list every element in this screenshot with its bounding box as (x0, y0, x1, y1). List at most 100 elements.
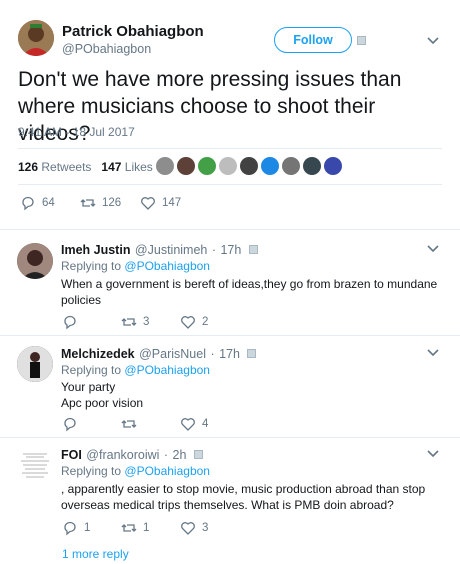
author-handle[interactable]: @PObahiagbon (62, 42, 151, 56)
like-action[interactable]: 4 (180, 416, 208, 432)
likers-avatars (156, 157, 342, 175)
retweets-stat[interactable]: 126 Retweets (18, 160, 91, 174)
liker-avatar[interactable] (156, 157, 174, 175)
reply-avatar[interactable] (17, 448, 53, 484)
retweet-icon (121, 524, 137, 532)
like-count: 2 (202, 316, 209, 328)
chevron-down-icon[interactable] (427, 450, 439, 458)
reply-count: 1 (84, 522, 91, 534)
reply-action[interactable] (62, 416, 78, 432)
reply-count: 64 (42, 197, 55, 209)
reply-icon (64, 315, 76, 330)
retweet-count: 126 (102, 197, 122, 209)
reply-time[interactable]: 17h (220, 243, 241, 257)
like-action[interactable]: 147 (140, 195, 181, 211)
reply-text: , apparently easier to stop movie, music… (61, 482, 426, 512)
replying-to-link[interactable]: @PObahiagbon (124, 363, 210, 377)
chevron-down-icon[interactable] (427, 245, 439, 253)
reply-author-handle[interactable]: @Justinimeh (135, 243, 207, 257)
more-replies-link[interactable]: 1 more reply (62, 547, 129, 561)
replying-to: Replying to @PObahiagbon (61, 363, 210, 377)
reply-action[interactable] (62, 314, 78, 330)
reply-text: When a government is bereft of ideas,the… (61, 277, 438, 307)
divider (18, 184, 442, 185)
reply-header: Imeh Justin @Justinimeh · 17h (61, 241, 258, 259)
likes-stat[interactable]: 147 Likes (101, 160, 152, 174)
like-count: 3 (202, 522, 209, 534)
separator: · (210, 347, 215, 361)
likes-count: 147 (101, 160, 122, 174)
reply-author-name[interactable]: FOI (61, 448, 82, 462)
reply-time[interactable]: 17h (219, 347, 240, 361)
liker-avatar[interactable] (219, 157, 237, 175)
likes-label: Likes (124, 160, 153, 174)
retweets-label: Retweets (41, 160, 92, 174)
liker-avatar[interactable] (324, 157, 342, 175)
retweet-icon (121, 318, 137, 326)
like-count: 147 (162, 197, 182, 209)
author-name[interactable]: Patrick Obahiagbon (62, 23, 204, 40)
liker-avatar[interactable] (240, 157, 258, 175)
liker-avatar[interactable] (303, 157, 321, 175)
replying-to-prefix: Replying to (61, 259, 122, 273)
like-icon (181, 418, 195, 431)
reply-action[interactable]: 1 (62, 520, 90, 536)
liker-avatar[interactable] (261, 157, 279, 175)
divider (0, 335, 460, 336)
reply-avatar[interactable] (17, 346, 53, 382)
replying-to: Replying to @PObahiagbon (61, 259, 210, 273)
dm-icon[interactable] (193, 450, 203, 459)
reply-header: FOI @frankoroiwi · 2h (61, 446, 203, 464)
reply-header: Melchizedek @ParisNuel · 17h (61, 345, 257, 363)
separator: · (163, 448, 169, 462)
divider (0, 437, 460, 438)
like-count: 4 (202, 418, 209, 430)
reply-text-line: Your party (61, 380, 116, 394)
retweet-count: 1 (143, 522, 150, 534)
reply-time[interactable]: 2h (173, 448, 187, 462)
retweet-icon (80, 199, 96, 207)
dm-icon[interactable] (357, 36, 366, 45)
reply-icon (64, 417, 76, 432)
liker-avatar[interactable] (198, 157, 216, 175)
divider (0, 229, 460, 230)
reply-author-name[interactable]: Imeh Justin (61, 243, 130, 257)
chevron-down-icon[interactable] (427, 349, 439, 357)
retweet-action[interactable]: 1 (121, 520, 149, 536)
replying-to: Replying to @PObahiagbon (61, 464, 210, 478)
replying-to-prefix: Replying to (61, 464, 122, 478)
divider (18, 148, 442, 149)
dm-icon[interactable] (247, 349, 257, 358)
like-icon (181, 522, 195, 535)
like-icon (141, 197, 155, 210)
like-icon (181, 316, 195, 329)
reply-icon (22, 196, 34, 211)
replying-to-prefix: Replying to (61, 363, 122, 377)
retweet-action[interactable] (121, 416, 137, 432)
retweet-icon (121, 420, 137, 428)
retweet-count: 3 (143, 316, 150, 328)
follow-button[interactable]: Follow (274, 27, 352, 53)
reply-text-line: Apc poor vision (61, 396, 144, 410)
retweets-count: 126 (18, 160, 39, 174)
reply-author-name[interactable]: Melchizedek (61, 347, 135, 361)
liker-avatar[interactable] (177, 157, 195, 175)
chevron-down-icon[interactable] (427, 37, 439, 45)
tweet-stats: 126 Retweets 147 Likes (18, 160, 153, 174)
retweet-action[interactable]: 126 (80, 195, 121, 211)
tweet-timestamp[interactable]: 9:41 AM - 18 Jul 2017 (18, 125, 135, 139)
reply-action[interactable]: 64 (20, 195, 55, 211)
liker-avatar[interactable] (282, 157, 300, 175)
reply-avatar[interactable] (17, 243, 53, 279)
reply-author-handle[interactable]: @frankoroiwi (86, 448, 159, 462)
author-avatar[interactable] (18, 20, 54, 56)
retweet-action[interactable]: 3 (121, 314, 149, 330)
reply-icon (64, 521, 76, 536)
replying-to-link[interactable]: @PObahiagbon (124, 259, 210, 273)
replying-to-link[interactable]: @PObahiagbon (124, 464, 210, 478)
reply-author-handle[interactable]: @ParisNuel (139, 347, 206, 361)
dm-icon[interactable] (248, 245, 258, 254)
separator: · (211, 243, 216, 257)
like-action[interactable]: 3 (180, 520, 208, 536)
like-action[interactable]: 2 (180, 314, 208, 330)
